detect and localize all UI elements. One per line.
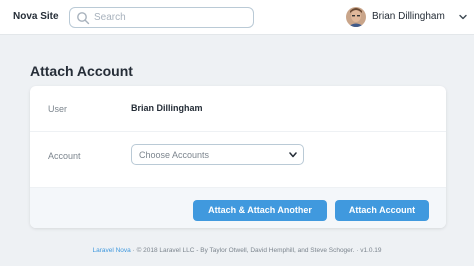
chevron-down-icon	[459, 14, 467, 20]
chevron-down-icon	[289, 152, 297, 158]
brand-name[interactable]: Nova Site	[13, 11, 59, 22]
footer-copyright: · © 2018 Laravel LLC - By Taylor Otwell,…	[132, 247, 355, 254]
attach-form-card: User Brian Dillingham Account Choose Acc…	[30, 86, 446, 228]
user-value: Brian Dillingham	[131, 103, 203, 113]
top-bar: Nova Site Brian Dillingham	[0, 0, 474, 35]
attach-account-button[interactable]: Attach Account	[335, 200, 429, 221]
user-label: User	[48, 104, 68, 114]
laravel-nova-link[interactable]: Laravel Nova	[92, 247, 130, 254]
search-icon	[77, 12, 90, 25]
user-menu[interactable]: Brian Dillingham	[346, 7, 468, 27]
account-select-value: Choose Accounts	[139, 150, 210, 160]
account-label: Account	[48, 151, 81, 161]
avatar-image	[346, 7, 366, 27]
user-row: User Brian Dillingham	[30, 86, 446, 132]
page-title: Attach Account	[30, 63, 133, 79]
avatar[interactable]	[346, 7, 366, 27]
search-box[interactable]	[69, 7, 254, 28]
search-input[interactable]	[94, 10, 249, 25]
account-select[interactable]: Choose Accounts	[131, 144, 304, 165]
page-footer: Laravel Nova · © 2018 Laravel LLC - By T…	[0, 247, 474, 254]
user-name: Brian Dillingham	[372, 11, 445, 22]
footer-version: · v1.0.19	[356, 247, 382, 254]
form-actions: Attach & Attach Another Attach Account	[30, 188, 446, 228]
account-row: Account Choose Accounts	[30, 132, 446, 188]
attach-and-attach-another-button[interactable]: Attach & Attach Another	[193, 200, 327, 221]
